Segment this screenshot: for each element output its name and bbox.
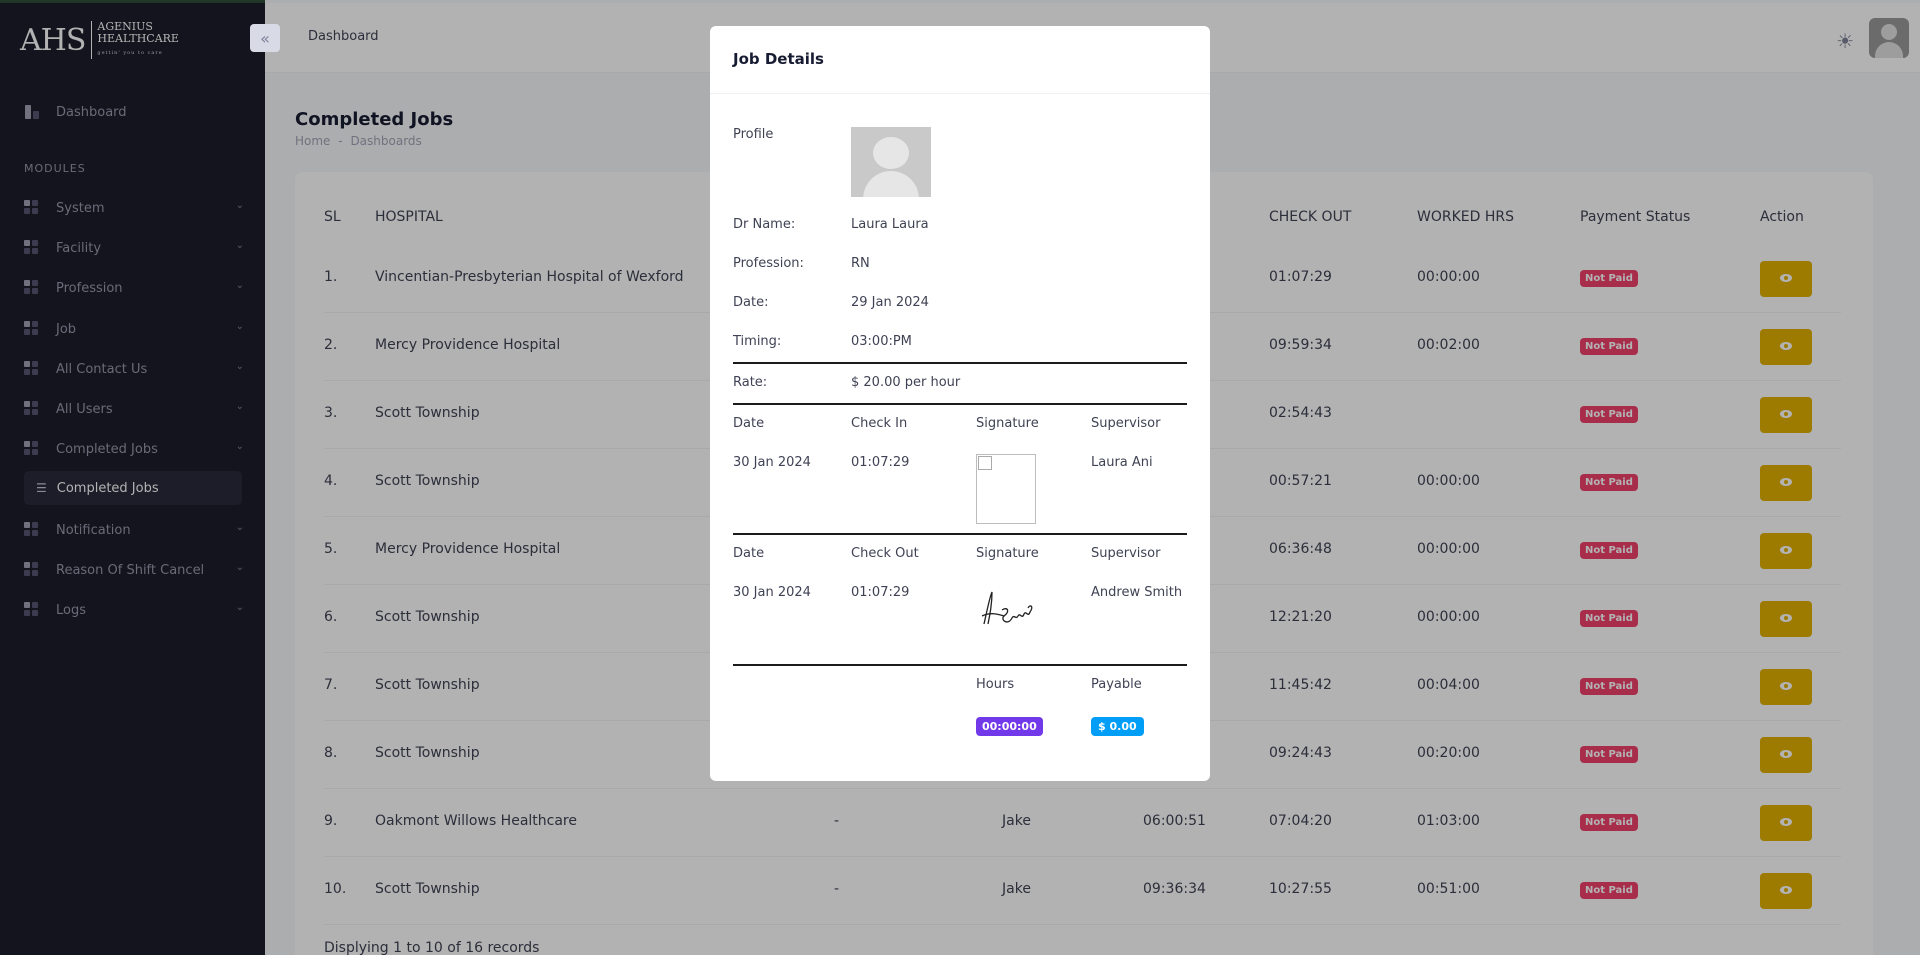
checkout-signature-header: Signature <box>976 546 1039 561</box>
checkin-supervisor-header: Supervisor <box>1091 416 1161 431</box>
date-value: 29 Jan 2024 <box>851 295 929 310</box>
checkin-date-header: Date <box>733 416 765 431</box>
broken-image-icon <box>978 456 992 470</box>
checkout-time: 01:07:29 <box>851 585 910 600</box>
checkout-date: 30 Jan 2024 <box>733 585 811 600</box>
payable-header: Payable <box>1091 677 1142 692</box>
timing-label: Timing: <box>733 334 782 349</box>
divider <box>733 664 1187 666</box>
job-details-modal: Job Details Profile Dr Name: Laura Laura… <box>710 26 1210 781</box>
profile-label: Profile <box>733 127 774 142</box>
dr-name-value: Laura Laura <box>851 217 929 232</box>
profile-image <box>851 127 931 197</box>
divider <box>733 533 1187 535</box>
modal-title: Job Details <box>710 26 1210 94</box>
hours-badge: 00:00:00 <box>976 717 1043 736</box>
checkout-supervisor-header: Supervisor <box>1091 546 1161 561</box>
checkin-supervisor: Laura Ani <box>1091 455 1153 470</box>
checkin-signature-header: Signature <box>976 416 1039 431</box>
rate-label: Rate: <box>733 375 768 390</box>
hours-header: Hours <box>976 677 1015 692</box>
checkin-signature-image <box>976 454 1036 524</box>
divider <box>733 362 1187 364</box>
checkout-signature-image <box>981 591 1033 625</box>
checkout-time-header: Check Out <box>851 546 919 561</box>
date-label: Date: <box>733 295 769 310</box>
double-chevron-left-icon: « <box>260 28 270 48</box>
checkin-time: 01:07:29 <box>851 455 910 470</box>
divider <box>733 403 1187 405</box>
checkout-date-header: Date <box>733 546 765 561</box>
checkout-supervisor: Andrew Smith <box>1091 585 1183 600</box>
profession-label: Profession: <box>733 256 804 271</box>
checkin-time-header: Check In <box>851 416 908 431</box>
profession-value: RN <box>851 256 870 271</box>
sidebar-toggle-button[interactable]: « <box>250 24 280 52</box>
checkin-date: 30 Jan 2024 <box>733 455 811 470</box>
rate-value: $ 20.00 per hour <box>851 375 961 390</box>
timing-value: 03:00:PM <box>851 334 912 349</box>
dr-name-label: Dr Name: <box>733 217 796 232</box>
payable-badge: $ 0.00 <box>1091 717 1144 736</box>
